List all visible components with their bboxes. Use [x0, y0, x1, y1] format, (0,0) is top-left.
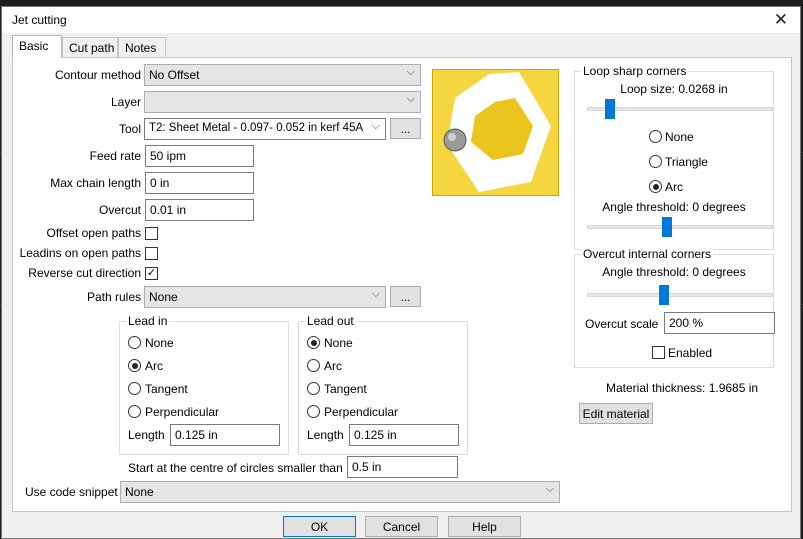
lead-in-tangent-radio[interactable]: [128, 382, 141, 395]
layer-label: Layer: [110, 95, 141, 109]
contour-preview-icon: [443, 72, 551, 192]
jet-cutting-dialog: Jet cutting ✕ Basic Cut path Notes Conto…: [1, 6, 801, 539]
close-icon[interactable]: ✕: [774, 10, 788, 30]
lead-in-group: Lead in None Arc Tangent Perpendicular L…: [119, 314, 289, 455]
leadins-open-paths-label: Leadins on open paths: [19, 246, 141, 260]
reverse-cut-direction-label: Reverse cut direction: [28, 266, 141, 280]
lead-in-tangent-label: Tangent: [145, 382, 188, 396]
edit-material-button[interactable]: Edit material: [579, 403, 653, 424]
reverse-cut-direction-checkbox[interactable]: ✓: [145, 267, 158, 280]
leadins-open-paths-checkbox[interactable]: [145, 247, 158, 260]
feed-rate-input[interactable]: 50 ipm: [145, 145, 254, 167]
start-centre-input[interactable]: 0.5 in: [347, 456, 458, 478]
lead-out-arc-label: Arc: [324, 359, 342, 373]
overcut-scale-input[interactable]: 200 %: [664, 312, 775, 334]
offset-open-paths-label: Offset open paths: [46, 226, 141, 240]
lead-in-none-label: None: [145, 336, 174, 350]
tab-notes[interactable]: Notes: [118, 37, 166, 57]
loop-size-label: Loop size: 0.0268 in: [620, 82, 728, 96]
lead-out-arc-radio[interactable]: [307, 359, 320, 372]
overcut-internal-corners-title: Overcut internal corners: [581, 247, 714, 261]
loop-size-slider-thumb[interactable]: [605, 99, 615, 119]
feed-rate-label: Feed rate: [89, 149, 141, 163]
overcut-angle-slider-track[interactable]: [587, 293, 773, 297]
lead-in-arc-radio[interactable]: [128, 359, 141, 372]
tool-value: T2: Sheet Metal - 0.097- 0.052 in kerf 4…: [149, 122, 364, 134]
path-rules-browse-button[interactable]: ...: [390, 286, 421, 307]
lead-out-none-label: None: [324, 336, 353, 350]
max-chain-length-label: Max chain length: [50, 176, 141, 190]
code-snippet-value: None: [125, 485, 154, 499]
lead-in-none-radio[interactable]: [128, 336, 141, 349]
tab-cut-path[interactable]: Cut path: [62, 37, 118, 57]
lead-out-perpendicular-radio[interactable]: [307, 405, 320, 418]
loop-sharp-corners-title: Loop sharp corners: [581, 64, 689, 78]
layer-select[interactable]: ⌵: [144, 91, 421, 113]
dialog-title: Jet cutting: [12, 13, 67, 27]
lead-in-length-label: Length: [128, 428, 165, 442]
contour-preview-image: [432, 69, 559, 196]
max-chain-length-input[interactable]: 0 in: [145, 172, 254, 194]
offset-open-paths-checkbox[interactable]: [145, 227, 158, 240]
chevron-down-icon: ⌵: [406, 66, 415, 78]
code-snippet-label: Use code snippet: [25, 485, 118, 499]
loop-arc-label: Arc: [665, 180, 683, 194]
loop-triangle-radio[interactable]: [649, 155, 662, 168]
tab-basic[interactable]: Basic: [12, 35, 62, 58]
code-snippet-select[interactable]: None ⌵: [120, 481, 560, 503]
lead-in-length-input[interactable]: 0.125 in: [170, 424, 280, 446]
loop-angle-slider-thumb[interactable]: [662, 217, 672, 237]
tool-select[interactable]: T2: Sheet Metal - 0.097- 0.052 in kerf 4…: [144, 118, 386, 140]
overcut-angle-slider-thumb[interactable]: [659, 285, 669, 305]
title-bar: Jet cutting ✕: [2, 7, 800, 33]
chevron-down-icon: ⌵: [371, 120, 380, 132]
chevron-down-icon: ⌵: [406, 93, 415, 105]
loop-angle-slider-track[interactable]: [587, 225, 773, 229]
overcut-label: Overcut: [98, 203, 141, 217]
lead-out-title: Lead out: [305, 314, 356, 328]
contour-method-label: Contour method: [54, 68, 141, 82]
lead-in-title: Lead in: [126, 314, 170, 328]
lead-out-tangent-label: Tangent: [324, 382, 367, 396]
material-thickness-label: Material thickness: 1.9685 in: [606, 381, 759, 395]
lead-out-none-radio[interactable]: [307, 336, 320, 349]
path-rules-select[interactable]: None ⌵: [144, 286, 386, 308]
chevron-down-icon: ⌵: [545, 483, 554, 495]
lead-in-perpendicular-radio[interactable]: [128, 405, 141, 418]
ok-button[interactable]: OK: [283, 516, 356, 537]
lead-in-perpendicular-label: Perpendicular: [145, 405, 220, 419]
overcut-enabled-checkbox[interactable]: [652, 346, 665, 359]
basic-tab-page: Contour method No Offset ⌵ Layer ⌵ Tool …: [12, 57, 792, 512]
loop-triangle-label: Triangle: [665, 155, 708, 169]
tool-browse-button[interactable]: ...: [390, 118, 421, 139]
loop-none-radio[interactable]: [649, 130, 662, 143]
loop-angle-threshold-label: Angle threshold: 0 degrees: [602, 200, 746, 214]
help-button[interactable]: Help: [448, 516, 521, 537]
tool-label: Tool: [118, 122, 141, 136]
path-rules-value: None: [149, 290, 178, 304]
overcut-angle-threshold-label: Angle threshold: 0 degrees: [602, 265, 746, 279]
lead-out-group: Lead out None Arc Tangent Perpendicular …: [298, 314, 468, 455]
loop-none-label: None: [665, 130, 694, 144]
overcut-internal-corners-group: Overcut internal corners Angle threshold…: [574, 247, 775, 368]
cancel-button[interactable]: Cancel: [365, 516, 438, 537]
loop-arc-radio[interactable]: [649, 180, 662, 193]
start-centre-label: Start at the centre of circles smaller t…: [128, 461, 343, 475]
lead-out-perpendicular-label: Perpendicular: [324, 405, 399, 419]
overcut-scale-label: Overcut scale: [585, 317, 659, 331]
loop-sharp-corners-group: Loop sharp corners Loop size: 0.0268 in …: [574, 64, 774, 250]
contour-method-select[interactable]: No Offset ⌵: [144, 64, 421, 86]
overcut-enabled-label: Enabled: [668, 346, 713, 360]
lead-out-tangent-radio[interactable]: [307, 382, 320, 395]
lead-in-arc-label: Arc: [145, 359, 163, 373]
chevron-down-icon: ⌵: [371, 288, 380, 300]
lead-out-length-input[interactable]: 0.125 in: [349, 424, 459, 446]
lead-out-length-label: Length: [307, 428, 344, 442]
path-rules-label: Path rules: [86, 290, 141, 304]
contour-method-value: No Offset: [149, 68, 200, 82]
overcut-input[interactable]: 0.01 in: [145, 199, 254, 221]
